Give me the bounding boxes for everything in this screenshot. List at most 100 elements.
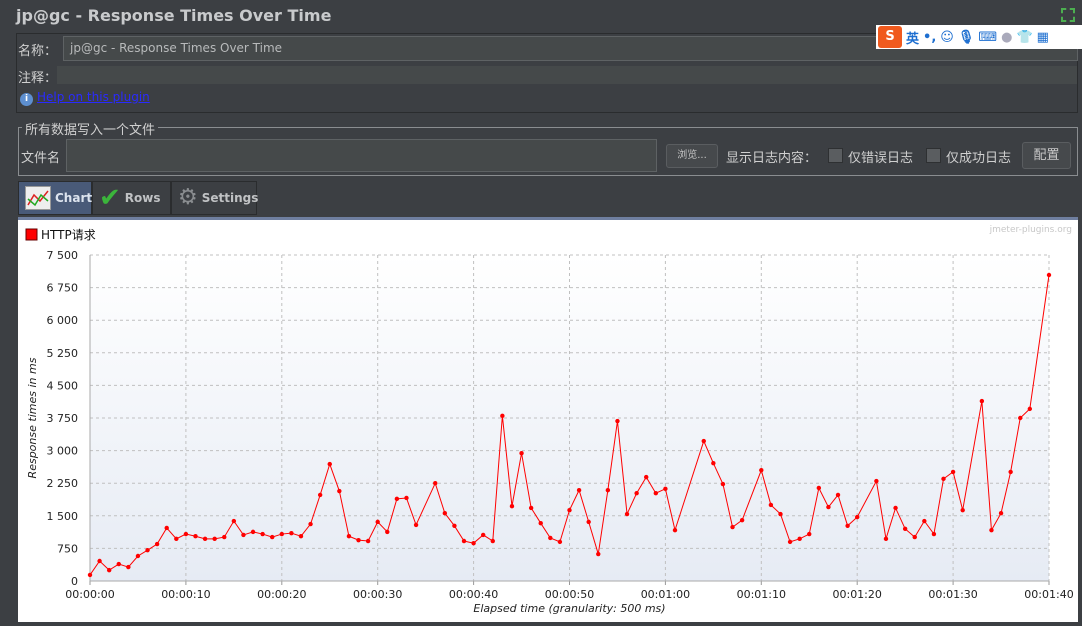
data-point (634, 490, 639, 496)
data-point (624, 511, 630, 517)
data-point (327, 461, 332, 467)
data-point (241, 532, 246, 538)
data-point (298, 534, 304, 539)
data-point (394, 496, 400, 502)
data-point (615, 418, 620, 424)
microphone-icon[interactable]: 🎙 (958, 30, 975, 45)
data-point (950, 469, 956, 475)
x-tick-label: 00:00:30 (353, 588, 402, 601)
data-point (490, 538, 495, 544)
x-tick-label: 00:01:20 (832, 588, 881, 601)
y-tick-label: 3 750 (47, 412, 79, 425)
data-point (1027, 406, 1033, 412)
watermark: jmeter-plugins.org (989, 225, 1072, 235)
data-point (989, 527, 994, 533)
data-point (998, 510, 1004, 516)
data-point (1046, 272, 1052, 278)
data-point (874, 478, 879, 484)
x-axis-label: Elapsed time (granularity: 500 ms) (473, 602, 665, 615)
data-point (653, 490, 659, 496)
user-icon[interactable]: ● (1001, 30, 1012, 45)
ime-mode[interactable]: 英 (906, 28, 919, 47)
checkmark-icon: ✔ (99, 183, 121, 213)
file-section-legend: 所有数据写入一个文件 (22, 119, 159, 138)
config-button[interactable]: 配置 (1022, 142, 1071, 169)
x-tick-label: 00:01:00 (641, 588, 690, 601)
data-point (816, 485, 822, 491)
data-point (452, 523, 457, 528)
data-point (116, 561, 121, 567)
comment-label: 注释： (18, 71, 58, 86)
errors-only-label: 仅错误日志 (848, 151, 914, 166)
data-point (106, 567, 112, 573)
filename-input[interactable] (66, 139, 657, 172)
data-point (883, 536, 889, 542)
comment-input[interactable] (57, 66, 1077, 84)
data-point (1018, 415, 1023, 421)
y-tick-label: 7 500 (47, 249, 79, 262)
data-point (528, 505, 534, 511)
tab-chart[interactable]: Chart (18, 181, 92, 215)
data-point (701, 438, 706, 444)
emoji-icon[interactable]: ☺ (940, 30, 954, 45)
data-point (317, 492, 323, 498)
y-tick-label: 2 250 (47, 477, 79, 490)
maximize-icon[interactable] (1061, 8, 1075, 22)
data-point (979, 398, 985, 404)
info-icon: i (20, 93, 33, 106)
help-link[interactable]: Help on this plugin (37, 90, 150, 104)
tab-chart-label: Chart (55, 191, 93, 205)
data-point (385, 529, 390, 535)
data-point (250, 529, 256, 535)
data-point (154, 541, 160, 547)
data-point (663, 486, 668, 492)
chart-icon (25, 186, 51, 210)
window-title: jp@gc - Response Times Over Time (16, 6, 332, 25)
x-tick-label: 00:01:10 (737, 588, 786, 601)
data-point (442, 510, 448, 516)
data-point (126, 564, 131, 570)
data-point (404, 495, 409, 501)
data-point (835, 492, 841, 498)
data-point (922, 518, 927, 524)
data-point (711, 461, 716, 466)
skin-icon[interactable]: 👕 (1016, 30, 1032, 45)
tab-rows-label: Rows (124, 191, 161, 205)
data-point (346, 534, 352, 539)
data-point (202, 536, 208, 542)
data-point (787, 539, 793, 545)
x-tick-label: 00:00:00 (65, 588, 114, 601)
name-label: 名称： (18, 44, 58, 59)
data-point (433, 481, 438, 486)
data-point (672, 527, 678, 533)
success-only-checkbox[interactable] (926, 148, 941, 163)
filename-label: 文件名 (21, 151, 61, 166)
data-point (87, 572, 93, 578)
data-point (231, 518, 237, 524)
tab-settings[interactable]: ⚙ Settings (171, 181, 258, 215)
y-axis-label: Response times in ms (26, 357, 39, 478)
data-point (260, 531, 265, 537)
data-point (500, 413, 505, 419)
y-tick-label: 4 500 (47, 379, 79, 392)
gear-icon: ⚙ (178, 185, 198, 210)
data-point (931, 531, 937, 537)
y-tick-label: 6 000 (47, 314, 79, 327)
data-point (356, 537, 361, 543)
data-point (730, 524, 735, 530)
browse-button[interactable]: 浏览... (666, 144, 718, 168)
data-point (183, 531, 189, 537)
data-point (270, 534, 275, 540)
data-point (135, 553, 141, 559)
punctuation-icon[interactable]: •, (923, 30, 936, 45)
data-point (557, 539, 563, 545)
data-point (586, 519, 591, 525)
toolbox-icon[interactable]: ▦ (1037, 30, 1049, 45)
data-point (413, 522, 419, 528)
data-point (365, 538, 371, 544)
sogou-logo-icon[interactable]: S (878, 26, 902, 48)
keyboard-icon[interactable]: ⌨ (978, 30, 997, 45)
errors-only-checkbox[interactable] (828, 148, 843, 163)
data-point (759, 467, 764, 473)
tab-rows[interactable]: ✔ Rows (92, 181, 171, 215)
